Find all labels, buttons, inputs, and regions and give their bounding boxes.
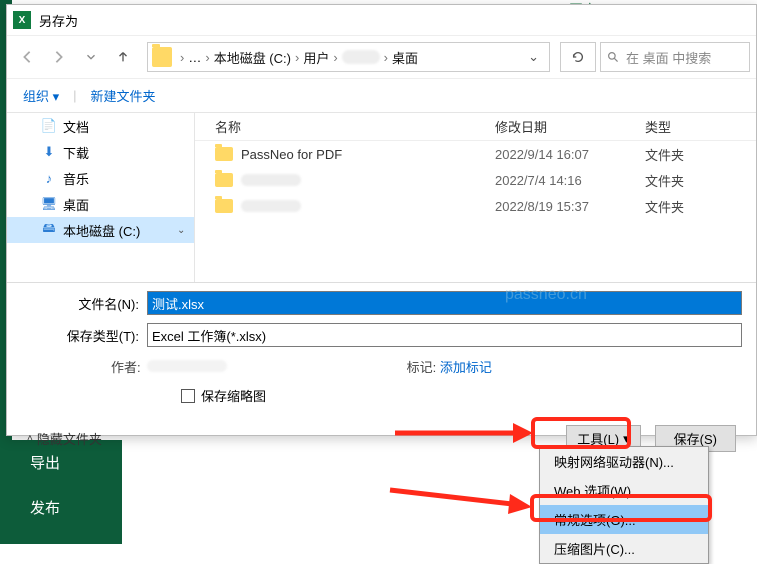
column-type[interactable]: 类型	[645, 117, 725, 136]
save-thumbnail-label: 保存缩略图	[201, 386, 266, 405]
filename-input[interactable]	[147, 291, 742, 315]
tools-dropdown: 映射网络驱动器(N)... Web 选项(W)... 常规选项(G)... 压缩…	[539, 446, 709, 564]
sidebar-item-drive[interactable]: 🖴本地磁盘 (C:)⌄	[7, 217, 194, 243]
folder-icon	[215, 147, 233, 161]
breadcrumb[interactable]: › … › 本地磁盘 (C:) › 用户 › › 桌面 ⌄	[147, 42, 550, 72]
column-date[interactable]: 修改日期	[495, 117, 645, 136]
menu-general-options[interactable]: 常规选项(G)...	[540, 505, 708, 534]
refresh-button[interactable]	[560, 42, 596, 72]
redacted-name	[241, 174, 301, 186]
caret-down-icon: ▾	[623, 431, 630, 447]
breadcrumb-redacted[interactable]	[342, 50, 380, 64]
savetype-combo[interactable]	[147, 323, 742, 347]
annotation-arrow	[390, 480, 535, 523]
nav-forward-button[interactable]	[45, 43, 73, 71]
menu-compress-pictures[interactable]: 压缩图片(C)...	[540, 534, 708, 563]
save-as-dialog: X 另存为 › … › 本地磁盘 (C:) › 用户 › › 桌面 ⌄ 在 桌面…	[6, 4, 757, 436]
breadcrumb-users[interactable]: 用户	[303, 48, 329, 67]
redacted-name	[241, 200, 301, 212]
new-folder-button[interactable]: 新建文件夹	[83, 82, 164, 109]
author-redacted[interactable]	[147, 360, 227, 372]
search-icon	[607, 51, 620, 64]
author-label: 作者:	[111, 360, 141, 375]
tags-label: 标记:	[407, 360, 437, 375]
nav-up-button[interactable]	[109, 43, 137, 71]
organize-button[interactable]: 组织 ▾	[15, 82, 67, 109]
column-name[interactable]: 名称	[215, 117, 495, 136]
hide-folders-button[interactable]: ˄隐藏文件夹	[27, 429, 102, 448]
chevron-right-icon: ›	[180, 50, 184, 65]
file-row[interactable]: PassNeo for PDF 2022/9/14 16:07 文件夹	[195, 141, 756, 167]
download-icon: ⬇	[41, 144, 57, 160]
sidebar-item-music[interactable]: ♪音乐	[7, 165, 194, 191]
file-row[interactable]: 2022/7/4 14:16 文件夹	[195, 167, 756, 193]
desktop-icon: 🖥	[41, 196, 57, 212]
menu-web-options[interactable]: Web 选项(W)...	[540, 476, 708, 505]
breadcrumb-drive[interactable]: 本地磁盘 (C:)	[214, 48, 291, 67]
chevron-right-icon: ›	[333, 50, 337, 65]
folder-icon	[152, 47, 172, 67]
caret-up-icon: ˄	[27, 433, 33, 444]
places-sidebar: 📄文档 ⬇下载 ♪音乐 🖥桌面 🖴本地磁盘 (C:)⌄	[7, 113, 195, 282]
savetype-label: 保存类型(T):	[21, 326, 147, 345]
sidebar-item-downloads[interactable]: ⬇下载	[7, 139, 194, 165]
chevron-right-icon: ›	[205, 50, 209, 65]
folder-icon	[215, 199, 233, 213]
file-row[interactable]: 2022/8/19 15:37 文件夹	[195, 193, 756, 219]
column-headers: 名称 修改日期 类型	[195, 113, 756, 141]
chevron-right-icon: ›	[295, 50, 299, 65]
drive-icon: 🖴	[41, 222, 57, 238]
search-placeholder: 在 桌面 中搜索	[626, 48, 711, 67]
backstage-publish[interactable]: 发布	[12, 485, 122, 530]
folder-icon	[215, 173, 233, 187]
annotation-arrow	[395, 418, 535, 451]
chevron-down-icon[interactable]: ⌄	[177, 225, 185, 236]
sidebar-item-documents[interactable]: 📄文档	[7, 113, 194, 139]
nav-back-button[interactable]	[13, 43, 41, 71]
sidebar-item-desktop[interactable]: 🖥桌面	[7, 191, 194, 217]
document-icon: 📄	[41, 118, 57, 134]
chevron-right-icon: ›	[384, 50, 388, 65]
menu-map-drive[interactable]: 映射网络驱动器(N)...	[540, 447, 708, 476]
nav-recent-button[interactable]	[77, 43, 105, 71]
dialog-title: 另存为	[39, 11, 78, 30]
breadcrumb-dropdown-icon[interactable]: ⌄	[522, 49, 545, 65]
search-input[interactable]: 在 桌面 中搜索	[600, 42, 750, 72]
save-thumbnail-checkbox[interactable]	[181, 389, 195, 403]
excel-icon: X	[13, 11, 31, 29]
filename-label: 文件名(N):	[21, 294, 147, 313]
music-icon: ♪	[41, 170, 57, 186]
breadcrumb-desktop[interactable]: 桌面	[392, 48, 418, 67]
add-tag-link[interactable]: 添加标记	[440, 360, 492, 375]
breadcrumb-ellipsis[interactable]: …	[188, 50, 201, 65]
